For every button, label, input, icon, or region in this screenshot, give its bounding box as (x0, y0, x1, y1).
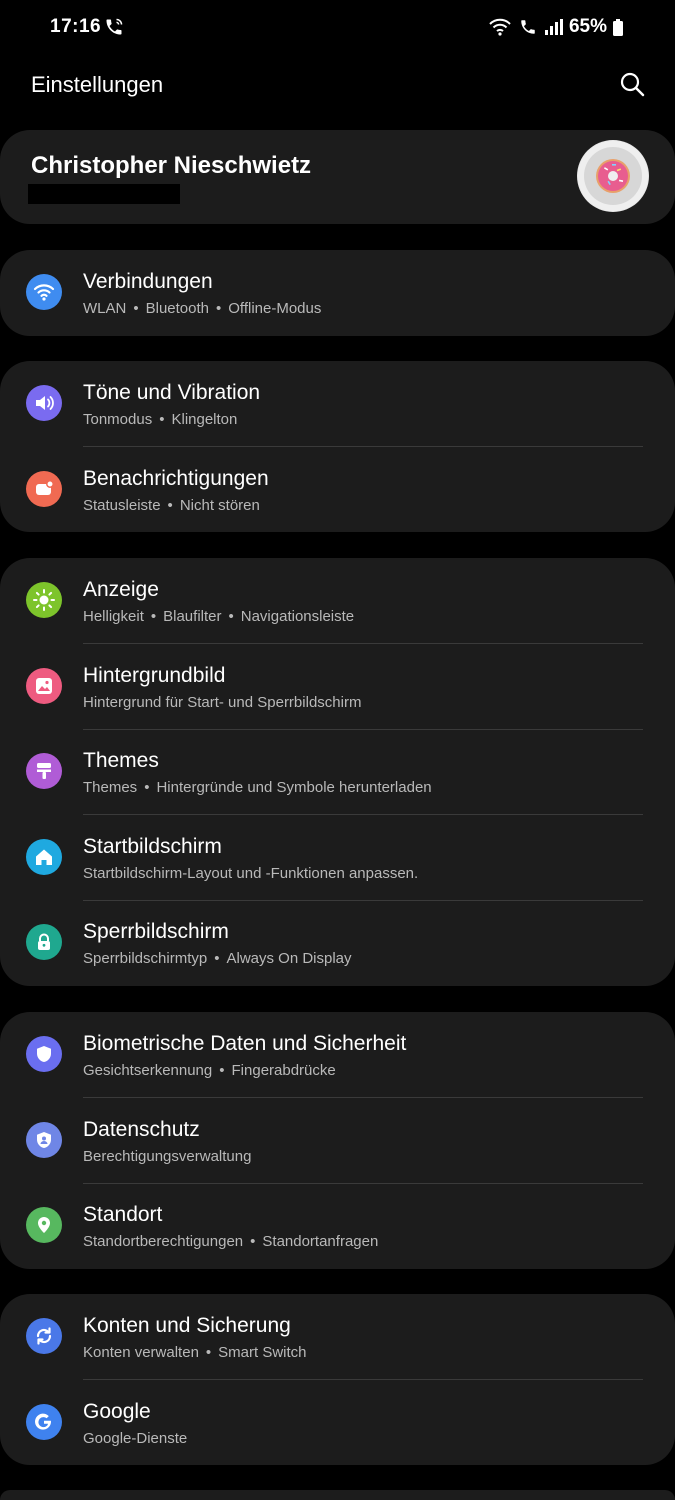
settings-item-subtitle: GesichtserkennungFingerabdrücke (83, 1062, 336, 1079)
image-icon (26, 667, 62, 704)
wifi-icon (26, 274, 62, 310)
notification-icon (26, 470, 62, 507)
subtitle-part: Navigationsleiste (221, 608, 354, 625)
app-header: Einstellungen (0, 60, 675, 110)
settings-group-card: Konten und Sicherung Konten verwaltenSmar… (0, 1294, 675, 1465)
subtitle-part: Standortanfragen (243, 1233, 378, 1250)
status-bar: 17:16 65% (0, 0, 675, 56)
volte-call-icon (521, 20, 535, 34)
settings-item-biometrische-daten-und-sicherheit[interactable]: Biometrische Daten und Sicherheit Gesicht… (0, 1012, 675, 1098)
paintbrush-icon (26, 753, 62, 789)
settings-item-subtitle: TonmodusKlingelton (83, 411, 237, 428)
home-icon (26, 838, 62, 875)
subtitle-part: Google-Dienste (83, 1429, 188, 1447)
location-icon (26, 1207, 62, 1243)
settings-item-verbindungen[interactable]: Verbindungen WLANBluetoothOffline-Modus (0, 250, 675, 336)
settings-item-title: Töne und Vibration (83, 381, 261, 404)
subtitle-part: Hintergründe und Symbole herunterladen (137, 779, 431, 796)
settings-item-subtitle: SperrbildschirmtypAlways On Display (83, 950, 352, 967)
sync-icon (26, 1318, 62, 1354)
settings-item-anzeige[interactable]: Anzeige HelligkeitBlaufilterNavigationsle… (0, 558, 675, 644)
redacted-email-bar (28, 184, 180, 204)
avatar (577, 140, 649, 212)
settings-item-google[interactable]: Google Google-Dienste (0, 1380, 675, 1466)
profile-card[interactable]: Christopher Nieschwietz (0, 130, 675, 224)
settings-item-title: Anzeige (83, 578, 159, 601)
subtitle-part: Helligkeit (83, 608, 144, 625)
subtitle-part: Themes (83, 779, 138, 796)
settings-item-standort[interactable]: Standort StandortberechtigungenStandortan… (0, 1183, 675, 1269)
settings-item-title: Hintergrundbild (83, 663, 226, 687)
subtitle-part: Statusleiste (83, 496, 161, 514)
settings-item-title: Konten und Sicherung (83, 1314, 291, 1337)
status-time: 17:16 (50, 16, 102, 37)
subtitle-part: Fingerabdrücke (212, 1062, 336, 1079)
subtitle-part: WLAN (83, 300, 127, 317)
settings-item-title: Biometrische Daten und Sicherheit (83, 1032, 407, 1055)
settings-item-title: Google (83, 1399, 151, 1423)
profile-name: Christopher Nieschwietz (31, 152, 312, 179)
settings-item-datenschutz[interactable]: Datenschutz Berechtigungsverwaltung (0, 1098, 675, 1184)
settings-item-töne-und-vibration[interactable]: Töne und Vibration TonmodusKlingelton (0, 361, 675, 447)
subtitle-part: Standortberechtigungen (83, 1233, 244, 1250)
sun-icon (26, 582, 62, 618)
settings-item-subtitle: StandortberechtigungenStandortanfragen (83, 1233, 378, 1250)
google-icon (26, 1403, 62, 1440)
settings-item-sperrbildschirm[interactable]: Sperrbildschirm SperrbildschirmtypAlways … (0, 900, 675, 986)
subtitle-part: Startbildschirm-Layout und -Funktionen a… (83, 864, 419, 882)
subtitle-part: Hintergrund für Start- und Sperrbildschi… (83, 693, 362, 711)
settings-item-themes[interactable]: ThemesThemesHintergründe und Symbole her… (0, 729, 675, 815)
settings-item-hintergrundbild[interactable]: Hintergrundbild Hintergrund für Start- un… (0, 644, 675, 730)
privacy-icon (26, 1121, 62, 1158)
settings-group-card: Biometrische Daten und Sicherheit Gesicht… (0, 1012, 675, 1269)
settings-item-subtitle: ThemesHintergründe und Symbole herunterl… (83, 779, 432, 796)
subtitle-part: Nicht stören (161, 497, 260, 514)
volume-icon (26, 385, 62, 421)
settings-item-konten-und-sicherung[interactable]: Konten und Sicherung Konten verwaltenSmar… (0, 1294, 675, 1380)
subtitle-part: Blaufilter (144, 608, 222, 625)
donut-avatar-image (578, 141, 648, 211)
subtitle-part: Berechtigungsverwaltung (83, 1147, 252, 1165)
next-group-card-peek (0, 1490, 675, 1500)
settings-item-title: Benachrichtigungen (83, 466, 269, 490)
subtitle-part: Klingelton (152, 411, 237, 428)
settings-item-title: Verbindungen (83, 270, 213, 293)
subtitle-part: Tonmodus (83, 411, 153, 428)
settings-item-benachrichtigungen[interactable]: Benachrichtigungen StatusleisteNicht stör… (0, 447, 675, 533)
wifi-status-icon (489, 18, 511, 36)
signal-icon (544, 19, 563, 35)
battery-icon (613, 18, 623, 36)
page-title: Einstellungen (31, 72, 164, 97)
settings-item-title: Standort (83, 1203, 163, 1226)
subtitle-part: Konten verwalten (83, 1344, 199, 1361)
settings-group-card: Anzeige HelligkeitBlaufilterNavigationsle… (0, 558, 675, 986)
lock-icon (26, 924, 62, 960)
settings-item-title: Sperrbildschirm (83, 920, 229, 943)
status-right: 65% (489, 16, 623, 38)
subtitle-part: Bluetooth (126, 300, 209, 317)
call-icon (106, 18, 123, 35)
settings-item-startbildschirm[interactable]: Startbildschirm Startbildschirm-Layout un… (0, 815, 675, 901)
settings-item-subtitle: Berechtigungsverwaltung (83, 1148, 251, 1165)
settings-item-subtitle: StatusleisteNicht stören (83, 497, 260, 514)
settings-item-title: Themes (83, 749, 159, 772)
battery-percent: 65% (568, 16, 607, 37)
subtitle-part: Gesichtserkennung (83, 1062, 213, 1079)
settings-group-card: Verbindungen WLANBluetoothOffline-Modus (0, 250, 675, 336)
subtitle-part: Sperrbildschirmtyp (83, 950, 208, 967)
search-icon[interactable] (619, 71, 645, 97)
subtitle-part: Always On Display (207, 950, 351, 967)
settings-item-title: Startbildschirm (83, 834, 222, 858)
settings-item-subtitle: Startbildschirm-Layout und -Funktionen a… (83, 865, 418, 882)
settings-item-subtitle: WLANBluetoothOffline-Modus (83, 300, 321, 317)
subtitle-part: Offline-Modus (209, 300, 321, 317)
settings-item-subtitle: Hintergrund für Start- und Sperrbildschi… (83, 694, 361, 711)
settings-item-subtitle: HelligkeitBlaufilterNavigationsleiste (83, 608, 354, 625)
subtitle-part: Smart Switch (199, 1344, 307, 1361)
shield-icon (26, 1036, 62, 1072)
settings-item-subtitle: Google-Dienste (83, 1430, 187, 1447)
settings-item-title: Datenschutz (83, 1117, 200, 1141)
settings-group-card: Töne und Vibration TonmodusKlingelton Bena… (0, 361, 675, 532)
settings-item-subtitle: Konten verwaltenSmart Switch (83, 1344, 307, 1361)
